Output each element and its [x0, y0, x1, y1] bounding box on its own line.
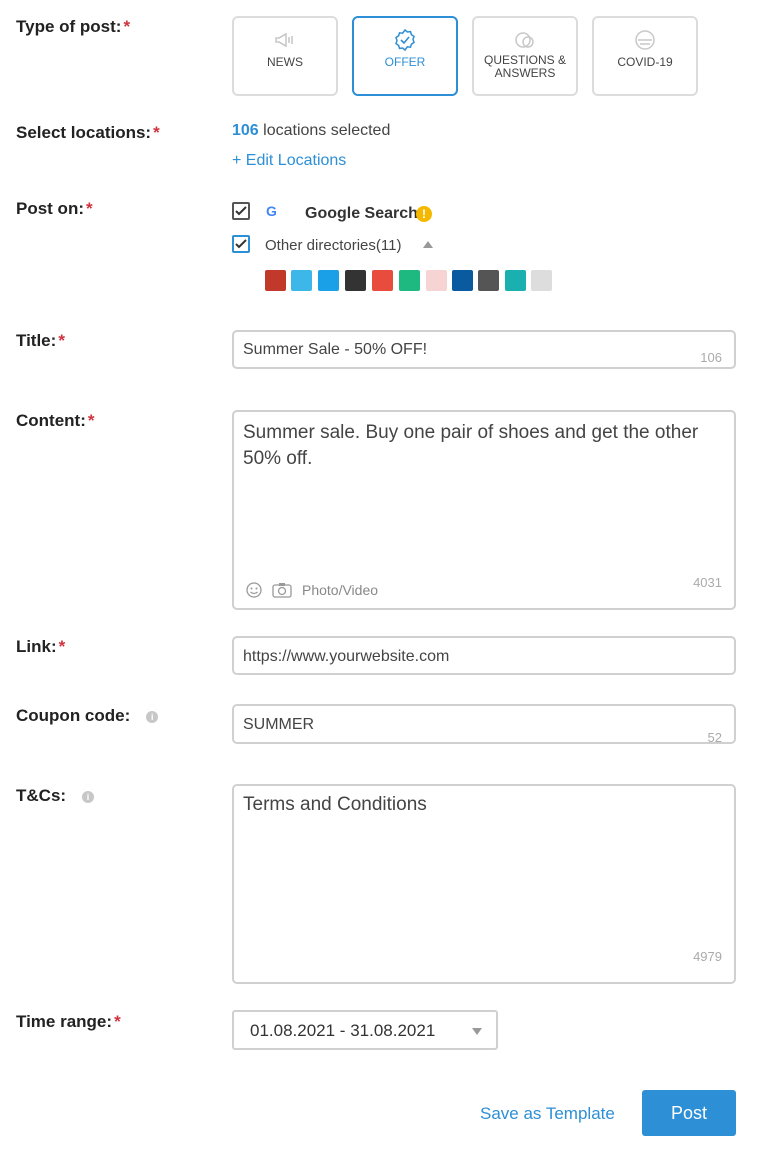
- collapse-caret-icon[interactable]: [423, 241, 433, 248]
- photo-video-button[interactable]: Photo/Video: [302, 582, 378, 598]
- directory-icon: [265, 270, 286, 291]
- directory-icon: [531, 270, 552, 291]
- media-toolbar: Photo/Video: [246, 582, 378, 598]
- post-type-label: OFFER: [384, 55, 426, 69]
- time-range-select[interactable]: 01.08.2021 - 31.08.2021: [232, 1010, 498, 1050]
- directory-icon: [505, 270, 526, 291]
- edit-locations-link[interactable]: + Edit Locations: [232, 152, 346, 170]
- title-input[interactable]: Summer Sale - 50% OFF! 106: [232, 330, 736, 369]
- warning-icon[interactable]: !: [416, 206, 432, 222]
- required-marker: *: [58, 331, 65, 350]
- post-type-covid-19[interactable]: COVID-19: [592, 16, 698, 96]
- info-icon[interactable]: i: [146, 710, 159, 723]
- title-label: Title: *: [16, 331, 65, 350]
- content-label: Content: *: [16, 411, 95, 430]
- emoji-icon[interactable]: [246, 582, 262, 598]
- directory-icon: [372, 270, 393, 291]
- tcs-value: Terms and Conditions: [243, 794, 427, 815]
- tcs-label: T&Cs: i: [16, 786, 95, 806]
- post-type-offer[interactable]: OFFER: [352, 16, 458, 96]
- google-search-label: Google Search: [305, 205, 418, 222]
- other-directories-label: Other directories(11): [265, 237, 402, 254]
- post-button[interactable]: Post: [642, 1090, 736, 1136]
- checkmark-icon: [235, 206, 247, 216]
- locations-selected-text: 106 locations selected: [232, 122, 390, 140]
- coupon-code-value: SUMMER: [243, 716, 315, 733]
- post-type-news[interactable]: NEWS: [232, 16, 338, 96]
- other-directories-checkbox[interactable]: [232, 235, 250, 253]
- link-value: https://www.yourwebsite.com: [243, 648, 450, 665]
- locations-suffix: locations selected: [258, 122, 391, 139]
- post-type-label: NEWS: [267, 55, 303, 69]
- megaphone-icon: [275, 32, 293, 48]
- coupon-code-label: Coupon code: i: [16, 706, 159, 726]
- directory-icon: [399, 270, 420, 291]
- time-range-label: Time range: *: [16, 1012, 121, 1031]
- tcs-textarea[interactable]: Terms and Conditions 4979: [232, 784, 736, 984]
- directory-icon: [452, 270, 473, 291]
- content-textarea[interactable]: Summer sale. Buy one pair of shoes and g…: [232, 410, 736, 610]
- directory-icon: [291, 270, 312, 291]
- directory-icon: [345, 270, 366, 291]
- coupon-code-input[interactable]: SUMMER 52: [232, 704, 736, 745]
- directory-icon: [426, 270, 447, 291]
- time-range-value: 01.08.2021 - 31.08.2021: [250, 1021, 436, 1040]
- type-of-post-label: Type of post: *: [16, 17, 131, 36]
- content-char-count: 4031: [693, 575, 722, 590]
- required-marker: *: [86, 199, 93, 218]
- required-marker: *: [114, 1012, 121, 1031]
- info-icon[interactable]: i: [82, 790, 95, 803]
- link-input[interactable]: https://www.yourwebsite.com: [232, 636, 736, 675]
- face-mask-icon: [635, 30, 655, 50]
- directory-icon: [318, 270, 339, 291]
- badge-check-icon: [395, 28, 415, 52]
- locations-count: 106: [232, 122, 259, 139]
- post-type-label: COVID-19: [617, 55, 673, 69]
- post-type-label: QUESTIONS & ANSWERS: [483, 53, 566, 80]
- required-marker: *: [87, 411, 95, 430]
- required-marker: *: [58, 637, 66, 656]
- title-value: Summer Sale - 50% OFF!: [243, 341, 428, 358]
- post-type-questions-answers[interactable]: QUESTIONS & ANSWERS: [472, 16, 578, 96]
- content-value: Summer sale. Buy one pair of shoes and g…: [243, 422, 699, 469]
- save-as-template-link[interactable]: Save as Template: [480, 1104, 615, 1124]
- chat-bubbles-icon: [515, 32, 534, 48]
- title-char-count: 106: [700, 350, 722, 365]
- select-locations-label: Select locations: *: [16, 123, 160, 142]
- post-on-label: Post on: *: [16, 199, 93, 218]
- link-label: Link: *: [16, 637, 66, 656]
- checkmark-icon: [235, 239, 247, 249]
- coupon-char-count: 52: [707, 730, 722, 745]
- tcs-char-count: 4979: [693, 949, 722, 964]
- chevron-down-icon: [472, 1028, 482, 1035]
- google-search-checkbox[interactable]: [232, 202, 250, 220]
- directory-icon: [478, 270, 499, 291]
- camera-icon[interactable]: [272, 582, 292, 598]
- required-marker: *: [153, 123, 160, 142]
- required-marker: *: [123, 17, 131, 36]
- google-logo-icon: G: [266, 203, 277, 219]
